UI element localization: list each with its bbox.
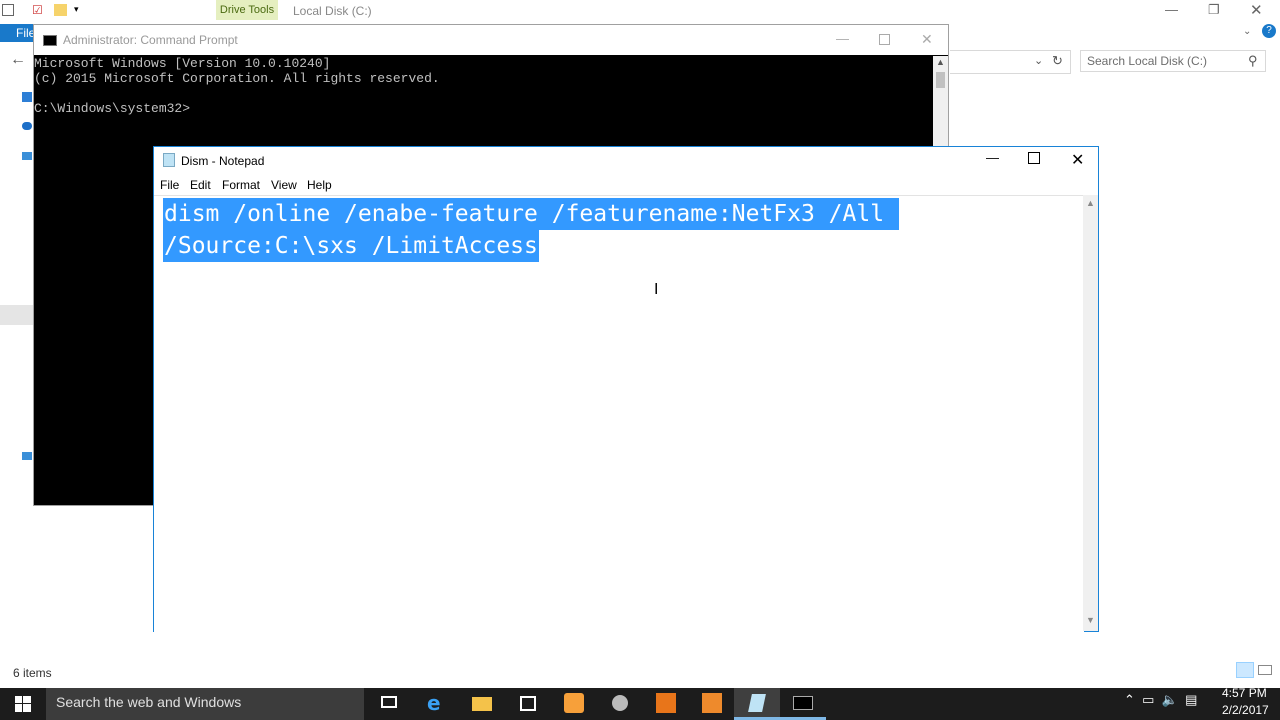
- nav-thispc-icon[interactable]: [22, 152, 32, 160]
- action-center-icon[interactable]: ▤: [1185, 692, 1197, 707]
- edge-icon[interactable]: e: [427, 693, 447, 713]
- nav-network-icon[interactable]: [22, 452, 32, 460]
- properties-icon[interactable]: [2, 4, 14, 16]
- clock-date[interactable]: 2/2/2017: [1222, 703, 1269, 717]
- cmd-title: Administrator: Command Prompt: [63, 33, 238, 47]
- selected-text-line-2[interactable]: /Source:C:\sxs /LimitAccess: [163, 230, 539, 262]
- menu-help[interactable]: Help: [307, 178, 332, 192]
- start-button[interactable]: [0, 688, 46, 720]
- tray-overflow-icon[interactable]: ⌃: [1124, 692, 1135, 707]
- menu-format[interactable]: Format: [222, 178, 260, 192]
- cmd-app-icon: [43, 35, 57, 46]
- refresh-icon[interactable]: ↻: [1052, 53, 1063, 69]
- cmd-taskbar-icon[interactable]: [793, 693, 813, 713]
- system-tray[interactable]: ⌃ ▭ 🔈 ▤: [1124, 692, 1197, 708]
- ribbon-expand-icon[interactable]: ⌄: [1243, 26, 1251, 37]
- large-icons-view-icon[interactable]: [1258, 665, 1272, 675]
- explorer-minimize-button[interactable]: —: [1165, 2, 1178, 17]
- file-explorer-icon[interactable]: [472, 693, 492, 713]
- folder-icon[interactable]: [54, 4, 67, 16]
- explorer-close-button[interactable]: ✕: [1250, 1, 1263, 19]
- scroll-thumb[interactable]: [936, 72, 945, 88]
- scroll-up-icon[interactable]: ▲: [1086, 198, 1095, 208]
- cmd-minimize-button[interactable]: —: [836, 31, 849, 46]
- address-dropdown-icon[interactable]: ⌄: [1034, 54, 1043, 67]
- chevron-down-icon[interactable]: ▾: [74, 4, 79, 15]
- notepad-title: Dism - Notepad: [181, 154, 265, 168]
- cmd-output[interactable]: Microsoft Windows [Version 10.0.10240] (…: [34, 56, 440, 116]
- explorer-restore-button[interactable]: ❐: [1208, 2, 1220, 18]
- network-icon[interactable]: ▭: [1142, 692, 1154, 707]
- nav-quick-access-icon[interactable]: [22, 92, 32, 102]
- scroll-up-icon[interactable]: ▲: [936, 57, 945, 67]
- explorer-search-placeholder: Search Local Disk (C:): [1087, 54, 1208, 68]
- app-globe-icon[interactable]: [610, 693, 630, 713]
- app-recorder-icon[interactable]: [656, 693, 676, 713]
- explorer-scrollbar[interactable]: [1274, 240, 1280, 640]
- view-toggle[interactable]: [1236, 662, 1276, 680]
- selected-text-line-1[interactable]: dism /online /enabe-feature /featurename…: [163, 198, 899, 230]
- checkmark-icon[interactable]: ☑: [32, 3, 43, 17]
- store-icon[interactable]: [518, 693, 538, 713]
- nav-selected-row[interactable]: [0, 305, 34, 325]
- notepad-minimize-button[interactable]: —: [986, 150, 999, 165]
- clock-time[interactable]: 4:57 PM: [1222, 686, 1267, 700]
- details-view-icon[interactable]: [1236, 662, 1254, 678]
- task-view-icon[interactable]: [380, 693, 400, 713]
- app-recorder2-icon[interactable]: [702, 693, 722, 713]
- notepad-maximize-button[interactable]: [1028, 152, 1040, 164]
- search-icon: ⚲: [1248, 53, 1258, 68]
- explorer-titlebar: [0, 0, 1280, 22]
- menu-view[interactable]: View: [271, 178, 297, 192]
- navigation-pane[interactable]: [18, 88, 34, 468]
- status-item-count: 6 items: [13, 666, 52, 680]
- nav-onedrive-icon[interactable]: [22, 122, 32, 130]
- taskbar-search-placeholder: Search the web and Windows: [56, 694, 242, 710]
- notepad-close-button[interactable]: ✕: [1071, 150, 1084, 170]
- menu-file[interactable]: File: [160, 178, 179, 192]
- app-orange-icon[interactable]: [564, 693, 584, 713]
- volume-icon[interactable]: 🔈: [1162, 692, 1178, 707]
- quick-access-toolbar[interactable]: ☑ ▾: [2, 3, 92, 19]
- help-icon[interactable]: ?: [1262, 24, 1276, 38]
- notepad-app-icon: [163, 153, 175, 167]
- drive-tools-tab[interactable]: Drive Tools: [216, 0, 278, 20]
- scroll-down-icon[interactable]: ▼: [1086, 615, 1095, 625]
- cmd-close-button[interactable]: ✕: [921, 31, 933, 48]
- back-arrow-icon[interactable]: ←: [10, 51, 26, 69]
- menu-edit[interactable]: Edit: [190, 178, 211, 192]
- windows-logo-icon: [15, 696, 31, 712]
- text-cursor-icon: I: [654, 281, 659, 298]
- notepad-scrollbar[interactable]: ▲ ▼: [1083, 195, 1098, 631]
- cmd-scrollbar[interactable]: ▲: [933, 56, 948, 146]
- cmd-maximize-button[interactable]: [879, 34, 890, 45]
- notepad-taskbar-icon[interactable]: [747, 693, 767, 713]
- explorer-title: Local Disk (C:): [293, 4, 372, 18]
